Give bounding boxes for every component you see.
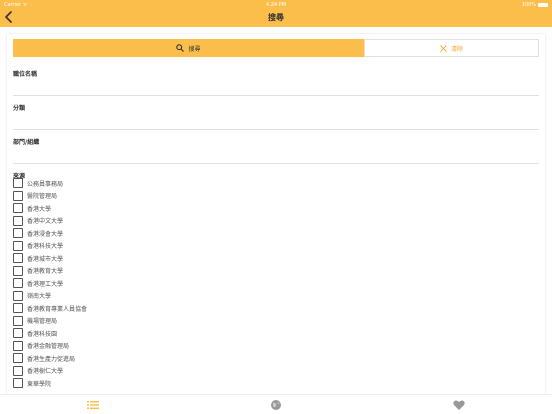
source-label: 香港樹仁大學 xyxy=(27,368,64,375)
list-icon[interactable] xyxy=(87,399,99,411)
checkbox[interactable] xyxy=(13,378,23,388)
close-icon xyxy=(440,44,447,52)
source-label: 香港金融管理局 xyxy=(27,343,70,350)
checkbox[interactable] xyxy=(13,203,23,213)
source-label: 香港理工大學 xyxy=(27,280,64,288)
source-checkbox-item[interactable]: 香港理工大學 xyxy=(13,278,63,288)
source-label: 香港生產力促進局 xyxy=(27,355,76,363)
source-checkbox-item[interactable]: 醫院管理局 xyxy=(13,190,58,201)
source-label: 香港城市大學 xyxy=(27,255,64,263)
checkbox[interactable] xyxy=(13,265,23,276)
job-title-field[interactable]: 職位名稱 xyxy=(13,69,539,97)
source-checkbox-item[interactable]: 嶺南大學 xyxy=(13,290,52,301)
source-label: 東華學院 xyxy=(27,380,52,388)
department-label: 部門/組織 xyxy=(13,139,40,146)
heart-icon[interactable] xyxy=(453,399,465,411)
source-checkbox-item[interactable]: 香港浸會大學 xyxy=(13,228,63,238)
checkbox[interactable] xyxy=(13,178,23,188)
category-underline xyxy=(13,129,539,130)
checkbox[interactable] xyxy=(13,278,23,288)
source-checkbox-item[interactable]: 機場管理局 xyxy=(13,315,58,326)
source-checkbox-item[interactable]: 香港生產力促進局 xyxy=(13,353,75,363)
category-field[interactable]: 分類 xyxy=(13,103,539,131)
page-title: 搜尋 xyxy=(268,13,284,22)
battery-indicator: 100% xyxy=(522,2,548,8)
source-checkbox-item[interactable]: 香港城市大學 xyxy=(13,253,63,263)
checkbox[interactable] xyxy=(13,240,23,251)
source-checkbox-item[interactable]: 香港科技大學 xyxy=(13,240,64,251)
battery-icon xyxy=(538,3,548,7)
checkbox[interactable] xyxy=(13,303,23,313)
source-checkbox-item[interactable]: 香港教育大學 xyxy=(13,265,64,276)
source-label: 嶺南大學 xyxy=(27,293,52,300)
source-label: 香港教育大學 xyxy=(27,268,64,275)
source-checkbox-item[interactable]: 香港教育專業人員協會 xyxy=(13,303,87,313)
status-time: 4:24 PM xyxy=(265,2,287,8)
clear-button[interactable]: 清除 xyxy=(364,39,539,57)
globe-icon[interactable] xyxy=(270,399,282,411)
source-checkbox-item[interactable]: 香港樹仁大學 xyxy=(13,365,64,376)
sources-section: 來源 公務員事務局 醫院管理局香港大學香港中文大學 香港浸會大學 香港科技大學 香港城市… xyxy=(13,171,539,388)
source-label: 香港浸會大學 xyxy=(27,230,64,238)
checkbox[interactable] xyxy=(13,315,23,326)
header: Carrier ᯤ 4:24 PM 100% 搜尋 xyxy=(0,0,552,27)
status-bar: Carrier ᯤ 4:24 PM 100% xyxy=(0,0,552,9)
checkbox[interactable] xyxy=(13,190,23,201)
checkbox[interactable] xyxy=(13,290,23,301)
battery-percent: 100% xyxy=(521,2,536,8)
source-checkbox-item[interactable]: 香港金融管理局 xyxy=(13,340,70,351)
checkbox[interactable] xyxy=(13,328,23,338)
checkbox[interactable] xyxy=(13,215,23,226)
department-field[interactable]: 部門/組織 xyxy=(13,137,539,165)
action-buttons: 搜尋 清除 xyxy=(13,39,539,57)
source-label: 香港教育專業人員協會 xyxy=(27,305,88,313)
source-label: 香港大學 xyxy=(27,205,52,213)
category-label: 分類 xyxy=(13,105,26,112)
tab-bar xyxy=(0,394,552,414)
checkbox[interactable] xyxy=(13,340,23,351)
search-icon xyxy=(176,44,185,52)
source-label: 公務員事務局 xyxy=(27,180,64,188)
source-label: 機場管理局 xyxy=(27,318,58,325)
source-label: 醫院管理局 xyxy=(27,193,58,200)
job-title-underline xyxy=(13,95,539,96)
source-checkbox-item[interactable]: 香港大學 xyxy=(13,203,51,213)
checkbox[interactable] xyxy=(13,253,23,263)
search-button[interactable]: 搜尋 xyxy=(13,39,364,57)
source-label: 香港科技園 xyxy=(27,330,58,338)
source-checkbox-item[interactable]: 東華學院 xyxy=(13,378,51,388)
search-form-card: 搜尋 清除 職位名稱 分類 部門/組織 來源 公務員事務局 醫院管理局香港大學香港… xyxy=(7,34,545,394)
department-underline xyxy=(13,163,539,164)
source-checkbox-item[interactable]: 公務員事務局 xyxy=(13,178,63,188)
source-label: 香港科技大學 xyxy=(27,243,64,250)
job-title-label: 職位名稱 xyxy=(13,71,38,78)
checkbox[interactable] xyxy=(13,353,23,363)
sources-label: 來源 xyxy=(13,173,26,180)
source-label: 香港中文大學 xyxy=(27,218,64,225)
checkbox[interactable] xyxy=(13,365,23,376)
source-checkbox-item[interactable]: 香港科技園 xyxy=(13,328,57,338)
source-checkbox-item[interactable]: 香港中文大學 xyxy=(13,215,64,226)
clear-button-label: 清除 xyxy=(450,45,463,53)
checkbox[interactable] xyxy=(13,228,23,238)
search-button-label: 搜尋 xyxy=(188,45,201,53)
